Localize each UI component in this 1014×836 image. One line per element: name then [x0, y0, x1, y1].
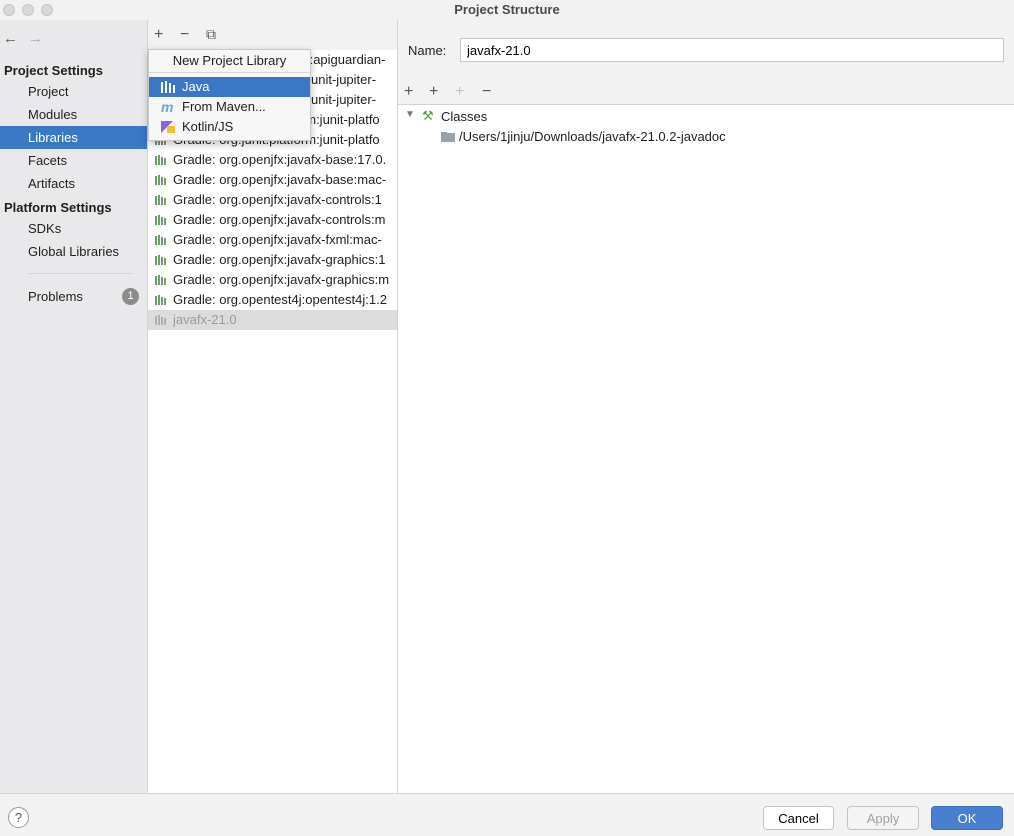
- window-title: Project Structure: [454, 2, 560, 17]
- cancel-button[interactable]: Cancel: [763, 806, 834, 830]
- library-icon: [155, 175, 166, 185]
- library-item[interactable]: Gradle: org.openjfx:javafx-base:mac-: [148, 170, 397, 190]
- back-arrow-icon[interactable]: ←: [3, 30, 18, 47]
- library-roots-tree: ▼ ⚒ Classes /Users/1jinju/Downloads/java…: [398, 104, 1014, 794]
- sidebar-item-problems[interactable]: Problems 1: [0, 285, 147, 308]
- sidebar-item-project[interactable]: Project: [0, 80, 147, 103]
- classes-label: Classes: [441, 109, 488, 124]
- library-item-label: Gradle: org.openjfx:javafx-controls:1: [173, 192, 382, 207]
- popup-item-java[interactable]: Java: [149, 77, 310, 97]
- library-item-label: javafx-21.0: [173, 312, 237, 327]
- library-item[interactable]: Gradle: org.openjfx:javafx-graphics:m: [148, 270, 397, 290]
- problems-label: Problems: [28, 289, 83, 304]
- popup-header: New Project Library: [149, 50, 310, 73]
- project-settings-heading: Project Settings: [4, 63, 103, 78]
- library-item-label: Gradle: org.openjfx:javafx-base:17.0.: [173, 152, 387, 167]
- add-library-icon[interactable]: +: [154, 26, 163, 44]
- apply-button[interactable]: Apply: [847, 806, 919, 830]
- forward-arrow-icon[interactable]: →: [28, 30, 43, 47]
- library-item[interactable]: Gradle: org.openjfx:javafx-graphics:1: [148, 250, 397, 270]
- java-library-icon: [161, 81, 175, 93]
- sidebar-item-modules[interactable]: Modules: [0, 103, 147, 126]
- library-icon: [155, 235, 166, 245]
- add-root-icon[interactable]: +: [404, 83, 413, 101]
- library-icon: [155, 255, 166, 265]
- library-item[interactable]: Gradle: org.opentest4j:opentest4j:1.2: [148, 290, 397, 310]
- library-icon: [155, 155, 166, 165]
- ok-button[interactable]: OK: [931, 806, 1003, 830]
- platform-settings-heading: Platform Settings: [4, 200, 112, 215]
- library-detail-panel: Name: + + + − ▼ ⚒ Classes /Users/1jinju/…: [398, 20, 1014, 794]
- library-item-label: Gradle: org.openjfx:javafx-graphics:1: [173, 252, 386, 267]
- library-toolbar: + − ⧉: [148, 20, 397, 50]
- maven-icon: m: [161, 99, 174, 115]
- library-item[interactable]: Gradle: org.openjfx:javafx-controls:m: [148, 210, 397, 230]
- library-item-label: Gradle: org.openjfx:javafx-fxml:mac-: [173, 232, 382, 247]
- popup-item-from-maven[interactable]: m From Maven...: [149, 97, 310, 117]
- tree-node-classes[interactable]: ▼ ⚒ Classes: [398, 107, 1014, 127]
- library-item[interactable]: javafx-21.0: [148, 310, 397, 330]
- kotlin-js-icon: [161, 121, 175, 133]
- tree-node-path[interactable]: /Users/1jinju/Downloads/javafx-21.0.2-ja…: [398, 127, 1014, 147]
- hammer-icon: ⚒: [422, 108, 434, 123]
- sidebar-item-libraries[interactable]: Libraries: [0, 126, 147, 149]
- library-icon: [155, 315, 166, 325]
- library-icon: [155, 215, 166, 225]
- help-icon[interactable]: ?: [8, 807, 29, 828]
- library-item-label: Gradle: org.openjfx:javafx-base:mac-: [173, 172, 387, 187]
- sidebar-item-global-libraries[interactable]: Global Libraries: [0, 240, 147, 263]
- settings-sidebar: ← → Project Settings Project Modules Lib…: [0, 20, 148, 793]
- title-bar: Project Structure: [0, 0, 1014, 20]
- popup-item-kotlin-js[interactable]: Kotlin/JS: [149, 117, 310, 137]
- add-disabled-icon: +: [455, 83, 465, 100]
- library-item-label: Gradle: org.opentest4j:opentest4j:1.2: [173, 292, 387, 307]
- popup-item-label: Kotlin/JS: [182, 119, 234, 134]
- remove-library-icon[interactable]: −: [180, 26, 189, 44]
- copy-library-icon[interactable]: ⧉: [206, 26, 216, 43]
- remove-root-icon[interactable]: −: [482, 83, 491, 101]
- popup-item-label: Java: [182, 79, 210, 94]
- library-item[interactable]: Gradle: org.openjfx:javafx-fxml:mac-: [148, 230, 397, 250]
- library-name-field[interactable]: [460, 38, 1004, 62]
- folder-icon: [441, 132, 455, 142]
- library-icon: [155, 295, 166, 305]
- library-item-label: Gradle: org.openjfx:javafx-graphics:m: [173, 272, 390, 287]
- library-icon: [155, 195, 166, 205]
- dialog-footer: ? Cancel Apply OK: [0, 793, 1014, 836]
- library-icon: [155, 275, 166, 285]
- name-label: Name:: [408, 43, 447, 58]
- path-label: /Users/1jinju/Downloads/javafx-21.0.2-ja…: [459, 129, 726, 144]
- problems-count-badge: 1: [122, 288, 139, 305]
- sidebar-item-sdks[interactable]: SDKs: [0, 217, 147, 240]
- library-item[interactable]: Gradle: org.openjfx:javafx-controls:1: [148, 190, 397, 210]
- sidebar-item-artifacts[interactable]: Artifacts: [0, 172, 147, 195]
- library-item[interactable]: Gradle: org.openjfx:javafx-base:17.0.: [148, 150, 397, 170]
- chevron-down-icon[interactable]: ▼: [405, 109, 415, 120]
- new-project-library-popup: New Project Library Java m From Maven...…: [148, 49, 311, 141]
- sidebar-item-facets[interactable]: Facets: [0, 149, 147, 172]
- library-item-label: Gradle: org.openjfx:javafx-controls:m: [173, 212, 386, 227]
- add-root-alt-icon[interactable]: +: [429, 83, 438, 101]
- popup-item-label: From Maven...: [182, 99, 266, 114]
- sidebar-divider: [28, 273, 133, 274]
